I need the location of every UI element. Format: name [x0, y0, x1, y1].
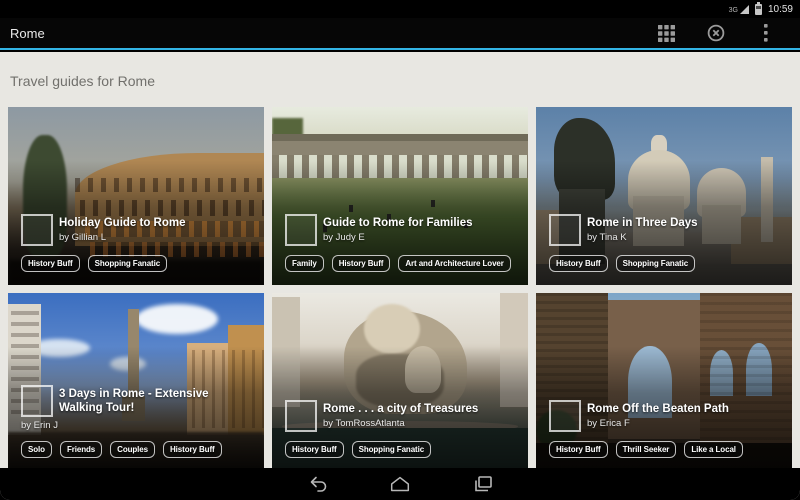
tag-chip: Solo [21, 441, 52, 458]
card-overlay: Rome in Three Days by Tina K History Buf… [536, 107, 792, 285]
tag-chip: Family [285, 255, 324, 272]
tag-chip: Like a Local [684, 441, 743, 458]
overflow-menu-icon [764, 24, 768, 42]
tag-chip: History Buff [21, 255, 80, 272]
card-meta-row: Holiday Guide to Rome by Gillian L [21, 214, 251, 246]
card-meta-row: 3 Days in Rome - Extensive Walking Tour! [21, 385, 251, 417]
card-byline: by Judy E [323, 232, 473, 244]
status-bar: 3G 10:59 [0, 0, 800, 18]
page-title: Rome [10, 26, 654, 41]
card-byline: by Gillian L [59, 232, 186, 244]
card-tags: History Buff Shopping Fanatic [21, 255, 251, 272]
guide-card[interactable]: Rome in Three Days by Tina K History Buf… [536, 107, 792, 285]
action-bar: Rome [0, 18, 800, 50]
card-text: Rome Off the Beaten Path by Erica F [587, 402, 729, 430]
card-overlay: Rome . . . a city of Treasures by TomRos… [272, 293, 528, 471]
card-tags: History Buff Thrill Seeker Like a Local [549, 441, 779, 458]
recents-button[interactable] [471, 472, 495, 496]
tag-chip: Couples [110, 441, 155, 458]
card-title: Rome in Three Days [587, 216, 698, 230]
tag-chip: Shopping Fanatic [88, 255, 168, 272]
card-meta-row: Rome in Three Days by Tina K [549, 214, 779, 246]
card-overlay: Holiday Guide to Rome by Gillian L Histo… [8, 107, 264, 285]
grid-view-button[interactable] [654, 21, 678, 45]
status-clock: 10:59 [768, 4, 793, 15]
tag-chip: Art and Architecture Lover [398, 255, 510, 272]
grid-view-icon [658, 25, 675, 42]
card-title: Rome Off the Beaten Path [587, 402, 729, 416]
tag-chip: Shopping Fanatic [352, 441, 432, 458]
network-type-label: 3G [729, 7, 738, 14]
card-meta-row: Rome Off the Beaten Path by Erica F [549, 400, 779, 432]
home-icon [388, 472, 412, 496]
card-checkbox[interactable] [21, 214, 53, 246]
tablet-screen: 3G 10:59 Rome [0, 0, 800, 500]
card-byline: by TomRossAtlanta [323, 418, 478, 430]
card-tags: History Buff Shopping Fanatic [285, 441, 515, 458]
card-overlay: 3 Days in Rome - Extensive Walking Tour!… [8, 293, 264, 471]
card-grid: Holiday Guide to Rome by Gillian L Histo… [8, 107, 792, 471]
card-text: Guide to Rome for Families by Judy E [323, 216, 473, 244]
signal-icon: 3G [729, 5, 749, 14]
recents-icon [471, 472, 495, 496]
card-text: Rome . . . a city of Treasures by TomRos… [323, 402, 478, 430]
tag-chip: History Buff [549, 441, 608, 458]
card-text: 3 Days in Rome - Extensive Walking Tour! [59, 387, 251, 415]
card-tags: Family History Buff Art and Architecture L… [285, 255, 515, 272]
card-title: Guide to Rome for Families [323, 216, 473, 230]
card-checkbox[interactable] [549, 214, 581, 246]
card-meta-row: Rome . . . a city of Treasures by TomRos… [285, 400, 515, 432]
tag-chip: History Buff [163, 441, 222, 458]
guide-card[interactable]: Holiday Guide to Rome by Gillian L Histo… [8, 107, 264, 285]
tag-chip: Friends [60, 441, 102, 458]
tag-chip: History Buff [332, 255, 391, 272]
card-checkbox[interactable] [285, 400, 317, 432]
tag-chip: History Buff [285, 441, 344, 458]
home-button[interactable] [388, 472, 412, 496]
back-icon [305, 472, 329, 496]
battery-icon [755, 4, 762, 15]
card-checkbox[interactable] [549, 400, 581, 432]
guide-card[interactable]: Rome . . . a city of Treasures by TomRos… [272, 293, 528, 471]
content-area: Travel guides for Rome Holiday Guide to … [0, 52, 800, 500]
back-button[interactable] [305, 472, 329, 496]
card-overlay: Rome Off the Beaten Path by Erica F Hist… [536, 293, 792, 471]
card-overlay: Guide to Rome for Families by Judy E Fam… [272, 107, 528, 285]
guide-card[interactable]: Guide to Rome for Families by Judy E Fam… [272, 107, 528, 285]
overflow-menu-button[interactable] [754, 21, 778, 45]
card-title: Rome . . . a city of Treasures [323, 402, 478, 416]
card-meta-row: Guide to Rome for Families by Judy E [285, 214, 515, 246]
card-text: Holiday Guide to Rome by Gillian L [59, 216, 186, 244]
section-heading: Travel guides for Rome [10, 72, 800, 90]
guide-card[interactable]: 3 Days in Rome - Extensive Walking Tour!… [8, 293, 264, 471]
card-title: Holiday Guide to Rome [59, 216, 186, 230]
card-byline: by Erin J [21, 420, 251, 432]
card-byline: by Erica F [587, 418, 729, 430]
tag-chip: History Buff [549, 255, 608, 272]
card-title: 3 Days in Rome - Extensive Walking Tour! [59, 387, 251, 415]
card-tags: Solo Friends Couples History Buff [21, 441, 251, 458]
action-bar-actions [654, 21, 800, 45]
guide-card[interactable]: Rome Off the Beaten Path by Erica F Hist… [536, 293, 792, 471]
cancel-selection-button[interactable] [704, 21, 728, 45]
card-checkbox[interactable] [21, 385, 53, 417]
card-byline: by Tina K [587, 232, 698, 244]
cancel-icon [706, 23, 726, 43]
tag-chip: Shopping Fanatic [616, 255, 696, 272]
tag-chip: Thrill Seeker [616, 441, 677, 458]
card-checkbox[interactable] [285, 214, 317, 246]
card-tags: History Buff Shopping Fanatic [549, 255, 779, 272]
card-text: Rome in Three Days by Tina K [587, 216, 698, 244]
system-nav-bar [0, 468, 800, 500]
